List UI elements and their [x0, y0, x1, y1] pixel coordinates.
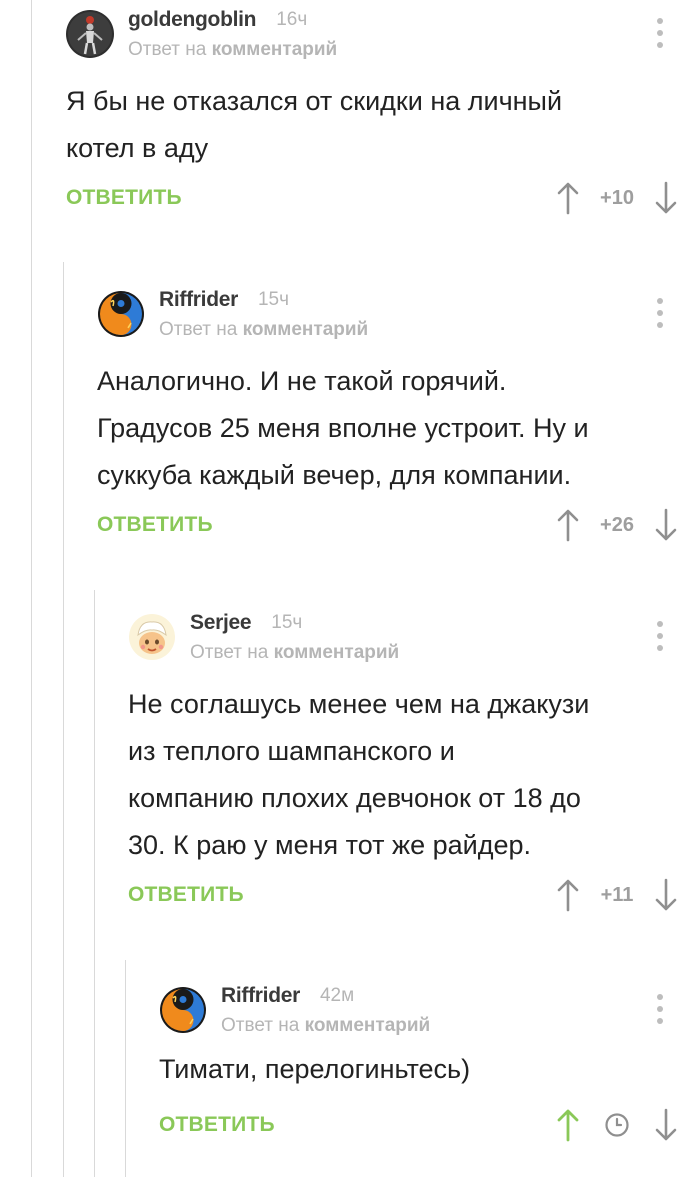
comment-time: 42м [319, 985, 355, 1006]
author-row: Riffrider 42м [221, 982, 354, 1010]
thread-line-level-2 [63, 262, 64, 1177]
comment-text-line: котел в аду [66, 133, 209, 163]
cartoon-face-avatar-icon[interactable] [128, 613, 176, 661]
upvote-arrow-icon[interactable] [554, 1105, 582, 1145]
author-row: Serjee 15ч [190, 609, 302, 637]
downvote-arrow-icon[interactable] [652, 875, 680, 915]
more-menu-icon[interactable] [648, 296, 672, 330]
comment-text-line: компанию плохих девчонок от 18 до [128, 783, 581, 813]
comment: goldengoblin 16ч Ответ на комментарий Я … [66, 6, 700, 224]
comment-text: Не соглашусь менее чем на джакузи из теп… [128, 681, 700, 869]
comment-header: goldengoblin 16ч Ответ на комментарий [66, 6, 700, 70]
reply-to-link[interactable]: комментарий [274, 642, 400, 663]
reply-button[interactable]: ОТВЕТИТЬ [128, 883, 244, 907]
more-menu-icon[interactable] [648, 16, 672, 50]
comment-header: Riffrider 42м Ответ на комментарий [159, 982, 700, 1046]
comment-text-line: 30. К раю у меня тот же райдер. [128, 830, 531, 860]
comment-text-line: суккуба каждый вечер, для компании. [97, 460, 572, 490]
thread-line-level-3 [94, 590, 95, 1177]
reply-to-label: Ответ на [128, 39, 207, 60]
vote-controls: +10 [554, 178, 680, 218]
author-name[interactable]: Riffrider [221, 984, 300, 1008]
upvote-arrow-icon[interactable] [554, 875, 582, 915]
reply-button[interactable]: ОТВЕТИТЬ [97, 513, 213, 537]
comment-score: +11 [600, 883, 634, 906]
downvote-arrow-icon[interactable] [652, 178, 680, 218]
reply-to-label: Ответ на [221, 1015, 300, 1036]
comment-time: 15ч [271, 612, 303, 633]
comment-score: +10 [600, 186, 634, 209]
vote-controls [554, 1105, 680, 1145]
comment-actions: ОТВЕТИТЬ [159, 1105, 700, 1151]
comment-text-line: Аналогично. И не такой горячий. [97, 366, 507, 396]
comment-header: Riffrider 15ч Ответ на комментарий [97, 286, 700, 350]
author-name[interactable]: Riffrider [159, 288, 238, 312]
downvote-arrow-icon[interactable] [652, 1105, 680, 1145]
thread-line-level-1 [31, 0, 32, 1177]
comment: Riffrider 42м Ответ на комментарий Тимат… [159, 982, 700, 1151]
author-name[interactable]: Serjee [190, 611, 252, 635]
author-row: Riffrider 15ч [159, 286, 289, 314]
more-menu-icon[interactable] [648, 619, 672, 653]
downvote-arrow-icon[interactable] [652, 505, 680, 545]
comment-text: Я бы не отказался от скидки на личный ко… [66, 78, 700, 172]
upvote-arrow-icon[interactable] [554, 505, 582, 545]
reply-to-link[interactable]: комментарий [212, 39, 338, 60]
reply-to-link[interactable]: комментарий [243, 319, 369, 340]
reply-to-info: Ответ на комментарий [128, 39, 337, 61]
reply-button[interactable]: ОТВЕТИТЬ [159, 1113, 275, 1137]
comment-actions: ОТВЕТИТЬ +10 [66, 178, 700, 224]
comment-time: 15ч [257, 289, 290, 310]
comment-time: 16ч [276, 9, 308, 30]
author-row: goldengoblin 16ч [128, 6, 307, 34]
comment-text-line: из теплого шампанского и [128, 736, 455, 766]
comment-header: Serjee 15ч Ответ на комментарий [128, 609, 700, 673]
reply-to-link[interactable]: комментарий [305, 1015, 431, 1036]
reply-button[interactable]: ОТВЕТИТЬ [66, 186, 182, 210]
comment-text: Аналогично. И не такой горячий. Градусов… [97, 358, 700, 499]
comment-text-line: Тимати, перелогиньтесь) [159, 1054, 471, 1084]
reply-to-label: Ответ на [159, 319, 238, 340]
reply-to-info: Ответ на комментарий [159, 319, 368, 341]
reply-to-info: Ответ на комментарий [221, 1015, 430, 1037]
vote-controls: +11 [554, 875, 680, 915]
comment-text: Тимати, перелогиньтесь) [159, 1046, 700, 1093]
author-name[interactable]: goldengoblin [128, 8, 257, 32]
yin-yang-fire-water-avatar-icon[interactable] [159, 986, 207, 1034]
comment: Riffrider 15ч Ответ на комментарий Анало… [97, 286, 700, 551]
comment-text-line: Не соглашусь менее чем на джакузи [128, 689, 590, 719]
reply-to-label: Ответ на [190, 642, 269, 663]
yin-yang-fire-water-avatar-icon[interactable] [97, 290, 145, 338]
comment-actions: ОТВЕТИТЬ +11 [128, 875, 700, 921]
comment-score: +26 [600, 513, 634, 536]
comment-actions: ОТВЕТИТЬ +26 [97, 505, 700, 551]
vote-controls: +26 [554, 505, 680, 545]
upvote-arrow-icon[interactable] [554, 178, 582, 218]
comment-text-line: Я бы не отказался от скидки на личный [66, 86, 563, 116]
clock-icon [582, 1112, 652, 1138]
dark-figure-avatar-icon[interactable] [66, 10, 114, 58]
comment: Serjee 15ч Ответ на комментарий Не согла… [128, 609, 700, 921]
comment-text-line: Градусов 25 меня вполне устроит. Ну и [97, 413, 589, 443]
reply-to-info: Ответ на комментарий [190, 642, 399, 664]
more-menu-icon[interactable] [648, 992, 672, 1026]
thread-line-level-4 [125, 960, 126, 1177]
